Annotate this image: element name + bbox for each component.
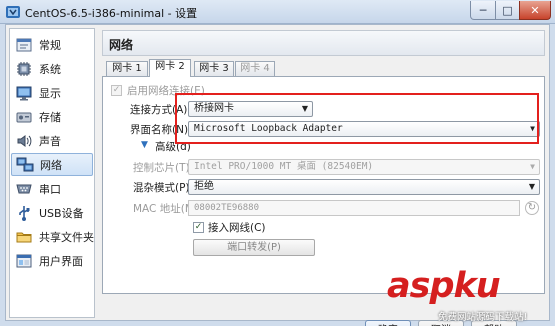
promiscuous-mode-label: 混杂模式(P): bbox=[133, 182, 194, 194]
tab-adapter-4[interactable]: 网卡 4 bbox=[235, 61, 275, 77]
sidebar-item-network[interactable]: 网络 bbox=[11, 153, 93, 176]
adapter-type-value: Intel PRO/1000 MT 桌面 (82540EM) bbox=[194, 161, 374, 172]
chevron-down-icon: ▼ bbox=[530, 124, 535, 133]
advanced-label: 高级(d) bbox=[155, 141, 191, 153]
sidebar-item-system[interactable]: 系统 bbox=[11, 57, 93, 80]
title-bar: CentOS-6.5-i386-minimal - 设置 ─ □ ✕ bbox=[0, 0, 555, 24]
storage-icon bbox=[16, 112, 32, 122]
enable-adapter-label: 启用网络连接(E) bbox=[127, 85, 205, 97]
window-title: CentOS-6.5-i386-minimal - 设置 bbox=[25, 7, 198, 20]
interface-name-label: 界面名称(N): bbox=[130, 124, 192, 136]
attached-to-value: 桥接网卡 bbox=[194, 103, 234, 114]
settings-dialog-body: 常规 系统 显示 存储 声音 网络 串口 USB设备 共享文件夹 用户界面 网络… bbox=[5, 24, 550, 326]
usb-icon bbox=[19, 205, 30, 221]
system-chip-icon bbox=[17, 61, 31, 76]
sidebar-item-shared-folders[interactable]: 共享文件夹 bbox=[11, 225, 94, 248]
sidebar-item-serial-ports[interactable]: 串口 bbox=[11, 177, 93, 200]
sidebar-item-general[interactable]: 常规 bbox=[11, 33, 93, 56]
adapter-settings-panel: ✓ 启用网络连接(E) 连接方式(A): 桥接网卡 ▼ 界面名称(N): Mic… bbox=[102, 76, 545, 294]
tab-adapter-1[interactable]: 网卡 1 bbox=[106, 61, 148, 77]
sidebar-item-label: 串口 bbox=[39, 182, 61, 196]
user-interface-icon bbox=[16, 254, 32, 267]
sidebar-item-usb[interactable]: USB设备 bbox=[11, 201, 93, 224]
close-button[interactable]: ✕ bbox=[519, 1, 551, 20]
maximize-button[interactable]: □ bbox=[495, 1, 520, 20]
page-title: 网络 bbox=[109, 38, 134, 52]
monitor-icon bbox=[16, 86, 32, 100]
settings-general-icon bbox=[16, 38, 32, 51]
promiscuous-mode-value: 拒绝 bbox=[194, 181, 214, 192]
attached-to-label: 连接方式(A): bbox=[130, 104, 191, 116]
adapter-type-label: 控制芯片(T): bbox=[133, 162, 194, 174]
sidebar-item-label: USB设备 bbox=[39, 206, 84, 220]
adapter-type-select[interactable]: Intel PRO/1000 MT 桌面 (82540EM) ▼ bbox=[188, 159, 540, 175]
promiscuous-mode-select[interactable]: 拒绝 ▼ bbox=[188, 179, 540, 195]
attached-to-select[interactable]: 桥接网卡 ▼ bbox=[188, 101, 313, 117]
page-header: 网络 bbox=[102, 30, 545, 56]
settings-sidebar: 常规 系统 显示 存储 声音 网络 串口 USB设备 共享文件夹 用户界面 bbox=[9, 28, 95, 318]
virtualbox-icon bbox=[6, 6, 20, 18]
chevron-down-icon: ▼ bbox=[528, 182, 535, 191]
tab-adapter-2[interactable]: 网卡 2 bbox=[149, 59, 191, 77]
minimize-button[interactable]: ─ bbox=[470, 1, 496, 20]
ok-button[interactable]: 确定 bbox=[365, 320, 411, 326]
sidebar-item-user-interface[interactable]: 用户界面 bbox=[11, 249, 93, 272]
sidebar-item-label: 存储 bbox=[39, 110, 61, 124]
expand-arrow-icon: ▼ bbox=[141, 140, 148, 150]
folder-icon bbox=[16, 232, 32, 242]
cable-connected-label: 接入网线(C) bbox=[208, 222, 266, 234]
sidebar-item-label: 网络 bbox=[40, 158, 62, 172]
enable-adapter-checkbox[interactable]: ✓ bbox=[111, 85, 122, 96]
sidebar-item-display[interactable]: 显示 bbox=[11, 81, 93, 104]
sidebar-item-label: 声音 bbox=[39, 134, 61, 148]
sidebar-item-storage[interactable]: 存储 bbox=[11, 105, 93, 128]
cable-connected-checkbox[interactable]: ✓ bbox=[193, 222, 204, 233]
sidebar-item-label: 共享文件夹 bbox=[39, 230, 94, 244]
refresh-mac-icon[interactable]: ↻ bbox=[525, 201, 539, 215]
port-forwarding-button[interactable]: 端口转发(P) bbox=[193, 239, 315, 256]
help-button[interactable]: 帮助 bbox=[471, 320, 517, 326]
sidebar-item-label: 显示 bbox=[39, 86, 61, 100]
chevron-down-icon: ▼ bbox=[530, 162, 535, 171]
sidebar-item-label: 常规 bbox=[39, 38, 61, 52]
chevron-down-icon: ▼ bbox=[301, 104, 308, 113]
mac-address-field[interactable]: 08002TE96880 bbox=[188, 200, 520, 216]
sidebar-item-audio[interactable]: 声音 bbox=[11, 129, 93, 152]
serial-port-icon bbox=[16, 184, 32, 193]
cancel-button[interactable]: 取消 bbox=[418, 320, 464, 326]
sidebar-item-label: 用户界面 bbox=[39, 254, 83, 268]
advanced-toggle[interactable]: ▼ 高级(d) bbox=[141, 139, 201, 153]
tab-adapter-3[interactable]: 网卡 3 bbox=[194, 61, 234, 77]
speaker-icon bbox=[17, 134, 32, 147]
sidebar-item-label: 系统 bbox=[39, 62, 61, 76]
interface-name-select[interactable]: Microsoft Loopback Adapter ▼ bbox=[188, 121, 540, 137]
interface-name-value: Microsoft Loopback Adapter bbox=[194, 123, 343, 134]
network-icon bbox=[16, 157, 34, 171]
